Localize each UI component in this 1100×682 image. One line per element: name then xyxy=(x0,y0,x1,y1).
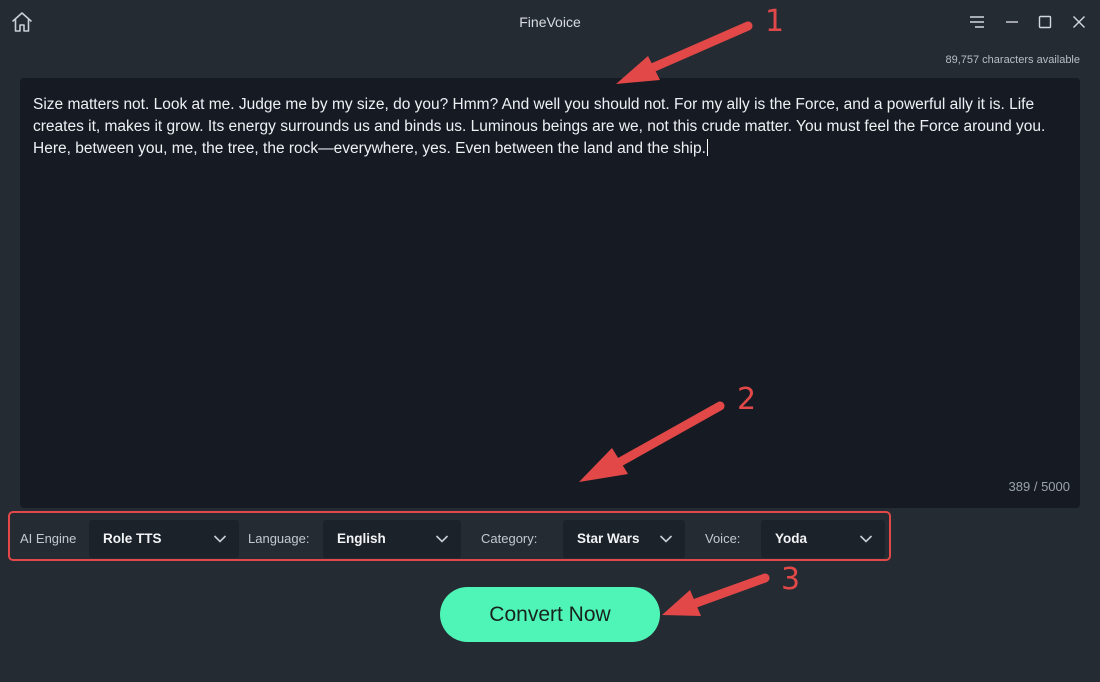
close-icon xyxy=(1073,16,1085,28)
category-select[interactable]: Star Wars xyxy=(563,520,685,558)
voice-select[interactable]: Yoda xyxy=(761,520,885,558)
language-select[interactable]: English xyxy=(323,520,461,558)
annotation-number-3: 3 xyxy=(781,562,801,597)
category-label: Category: xyxy=(481,531,538,546)
maximize-icon xyxy=(1038,15,1052,29)
text-caret xyxy=(706,139,708,156)
ai-engine-select[interactable]: Role TTS xyxy=(89,520,239,558)
minimize-icon xyxy=(1006,21,1018,23)
voice-value: Yoda xyxy=(775,531,808,546)
chevron-down-icon xyxy=(213,535,227,543)
convert-now-button[interactable]: Convert Now xyxy=(440,587,660,642)
annotation-number-1: 1 xyxy=(765,4,785,39)
ai-engine-label: AI Engine xyxy=(20,531,77,546)
text-editor[interactable]: Size matters not. Look at me. Judge me b… xyxy=(20,78,1080,508)
category-value: Star Wars xyxy=(577,531,640,546)
voice-settings-bar: AI Engine Role TTS Language: English Cat… xyxy=(8,511,891,561)
annotation-arrow-3 xyxy=(662,573,770,616)
close-button[interactable] xyxy=(1066,10,1092,34)
minimize-button[interactable] xyxy=(999,10,1025,34)
chevron-down-icon xyxy=(859,535,873,543)
title-bar: FineVoice xyxy=(0,0,1100,44)
editor-text-content[interactable]: Size matters not. Look at me. Judge me b… xyxy=(33,94,1063,160)
character-counter: 389 / 5000 xyxy=(1008,479,1070,494)
hamburger-icon xyxy=(970,16,984,28)
annotation-number-2: 2 xyxy=(737,382,757,417)
chevron-down-icon xyxy=(659,535,673,543)
characters-available: 89,757 characters available xyxy=(945,54,1080,66)
chevron-down-icon xyxy=(435,535,449,543)
language-label: Language: xyxy=(248,531,310,546)
maximize-button[interactable] xyxy=(1032,10,1058,34)
ai-engine-value: Role TTS xyxy=(103,531,162,546)
menu-button[interactable] xyxy=(964,10,990,34)
language-value: English xyxy=(337,531,386,546)
window-title: FineVoice xyxy=(519,14,581,30)
voice-label: Voice: xyxy=(705,531,741,546)
editor-text: Size matters not. Look at me. Judge me b… xyxy=(33,96,1046,157)
